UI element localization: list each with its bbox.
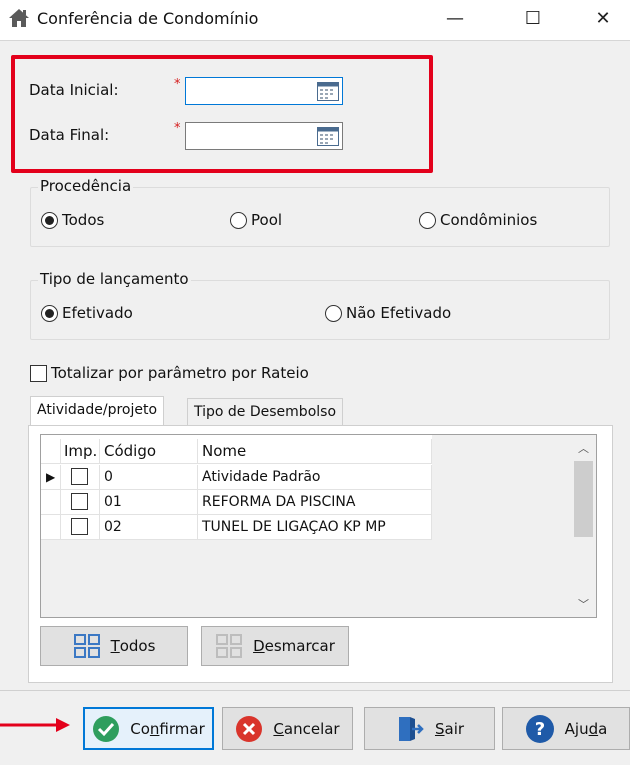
grid-body: Imp. Código Nome ▶ 0 Atividade Padrão 01… [41, 435, 432, 540]
activity-grid[interactable]: Imp. Código Nome ▶ 0 Atividade Padrão 01… [40, 434, 597, 618]
cancel-button[interactable]: Cancelar [222, 707, 353, 750]
calendar-icon[interactable] [317, 127, 339, 146]
help-label-a: Aju [564, 719, 589, 738]
row-checkbox[interactable] [71, 468, 88, 485]
scroll-thumb[interactable] [574, 461, 593, 537]
confirm-accel: n [149, 719, 160, 738]
radio-condominios[interactable]: Condôminios [419, 211, 537, 229]
tab-tipo-desembolso[interactable]: Tipo de Desembolso [187, 398, 344, 426]
cell-codigo: 02 [100, 515, 198, 540]
row-checkbox-cell[interactable] [61, 490, 100, 515]
title-bar: Conferência de Condomínio — ☐ ✕ [0, 0, 630, 40]
minimize-button[interactable]: — [432, 0, 478, 38]
radio-pool[interactable]: Pool [230, 211, 282, 229]
grid-select-all-icon [73, 634, 100, 658]
row-indicator [41, 515, 61, 540]
cell-nome: Atividade Padrão [198, 465, 432, 490]
exit-accel: S [434, 719, 445, 738]
radio-pool-label: Pool [251, 211, 283, 229]
cancel-icon [236, 715, 263, 742]
column-header-codigo[interactable]: Código [100, 439, 198, 464]
grid-header: Imp. Código Nome [41, 439, 432, 464]
select-all-button[interactable]: Todos [40, 626, 188, 666]
vertical-scrollbar[interactable]: ︿ ﹀ [571, 435, 596, 617]
row-indicator-header [41, 439, 61, 464]
select-all-accel: T [110, 637, 120, 655]
lancamento-title: Tipo de lançamento [38, 270, 191, 288]
select-all-label: odos [119, 637, 156, 655]
exit-door-icon [398, 716, 424, 741]
radio-efetivado-label: Efetivado [62, 304, 133, 322]
exit-button[interactable]: Sair [364, 707, 495, 750]
scroll-up-icon[interactable]: ︿ [571, 439, 596, 459]
table-row[interactable]: ▶ 0 Atividade Padrão [41, 465, 432, 490]
help-accel: d [588, 719, 599, 738]
totalizar-checkbox-box[interactable] [30, 364, 47, 382]
svg-text:?: ? [534, 719, 544, 740]
confirm-label-a: Co [130, 719, 150, 738]
radio-nao-efetivado-dot[interactable] [325, 304, 342, 322]
confirm-button[interactable]: Co n firmar [83, 707, 214, 750]
required-mark: * [174, 77, 181, 92]
window-title: Conferência de Condomínio [37, 9, 259, 28]
cell-nome: TUNEL DE LIGAÇAO KP MP [198, 515, 432, 540]
row-checkbox[interactable] [71, 493, 88, 510]
radio-condominios-dot[interactable] [419, 211, 436, 229]
required-mark: * [174, 121, 181, 136]
row-checkbox[interactable] [71, 518, 88, 535]
radio-efetivado-dot[interactable] [41, 304, 58, 322]
deselect-accel: D [253, 637, 265, 655]
procedencia-title: Procedência [38, 177, 134, 195]
radio-condominios-label: Condôminios [440, 211, 538, 229]
radio-nao-efetivado-label: Não Efetivado [346, 304, 452, 322]
radio-todos[interactable]: Todos [41, 211, 104, 229]
radio-todos-dot[interactable] [41, 211, 58, 229]
grid-deselect-icon [216, 634, 243, 658]
cell-codigo: 01 [100, 490, 198, 515]
end-date-label: Data Final: [29, 126, 110, 144]
column-header-nome[interactable]: Nome [198, 439, 432, 464]
help-button[interactable]: ? Aju d a [502, 707, 630, 750]
cancel-accel: C [273, 719, 284, 738]
totalizar-label: Totalizar por parâmetro por Rateio [51, 364, 309, 382]
help-label-b: a [598, 719, 608, 738]
totalizar-checkbox[interactable]: Totalizar por parâmetro por Rateio [30, 364, 309, 382]
deselect-button[interactable]: Desmarcar [201, 626, 349, 666]
deselect-label: esmarcar [264, 637, 335, 655]
close-button[interactable]: ✕ [580, 0, 626, 38]
pointer-arrow-icon [0, 718, 70, 732]
cell-codigo: 0 [100, 465, 198, 490]
cell-nome: REFORMA DA PISCINA [198, 490, 432, 515]
radio-efetivado[interactable]: Efetivado [41, 304, 133, 322]
confirm-label-b: firmar [159, 719, 205, 738]
row-indicator [41, 490, 61, 515]
cancel-label: ancelar [283, 719, 340, 738]
highlight-box [11, 55, 433, 173]
checkmark-icon [93, 715, 120, 742]
calendar-icon[interactable] [317, 82, 339, 101]
radio-pool-dot[interactable] [230, 211, 247, 229]
table-row[interactable]: 01 REFORMA DA PISCINA [41, 490, 432, 515]
radio-nao-efetivado[interactable]: Não Efetivado [325, 304, 451, 322]
column-header-imp[interactable]: Imp. [61, 439, 100, 464]
row-checkbox-cell[interactable] [61, 515, 100, 540]
start-date-field[interactable] [185, 77, 343, 105]
house-icon [9, 9, 29, 27]
table-row[interactable]: 02 TUNEL DE LIGAÇAO KP MP [41, 515, 432, 540]
help-icon: ? [525, 714, 554, 743]
end-date-field[interactable] [185, 122, 343, 150]
exit-label: air [444, 719, 465, 738]
radio-todos-label: Todos [62, 211, 105, 229]
maximize-button[interactable]: ☐ [510, 0, 556, 38]
current-row-indicator-icon: ▶ [41, 465, 61, 490]
row-checkbox-cell[interactable] [61, 465, 100, 490]
tab-atividade-projeto[interactable]: Atividade/projeto [30, 396, 165, 426]
start-date-label: Data Inicial: [29, 81, 119, 99]
scroll-down-icon[interactable]: ﹀ [571, 595, 596, 615]
